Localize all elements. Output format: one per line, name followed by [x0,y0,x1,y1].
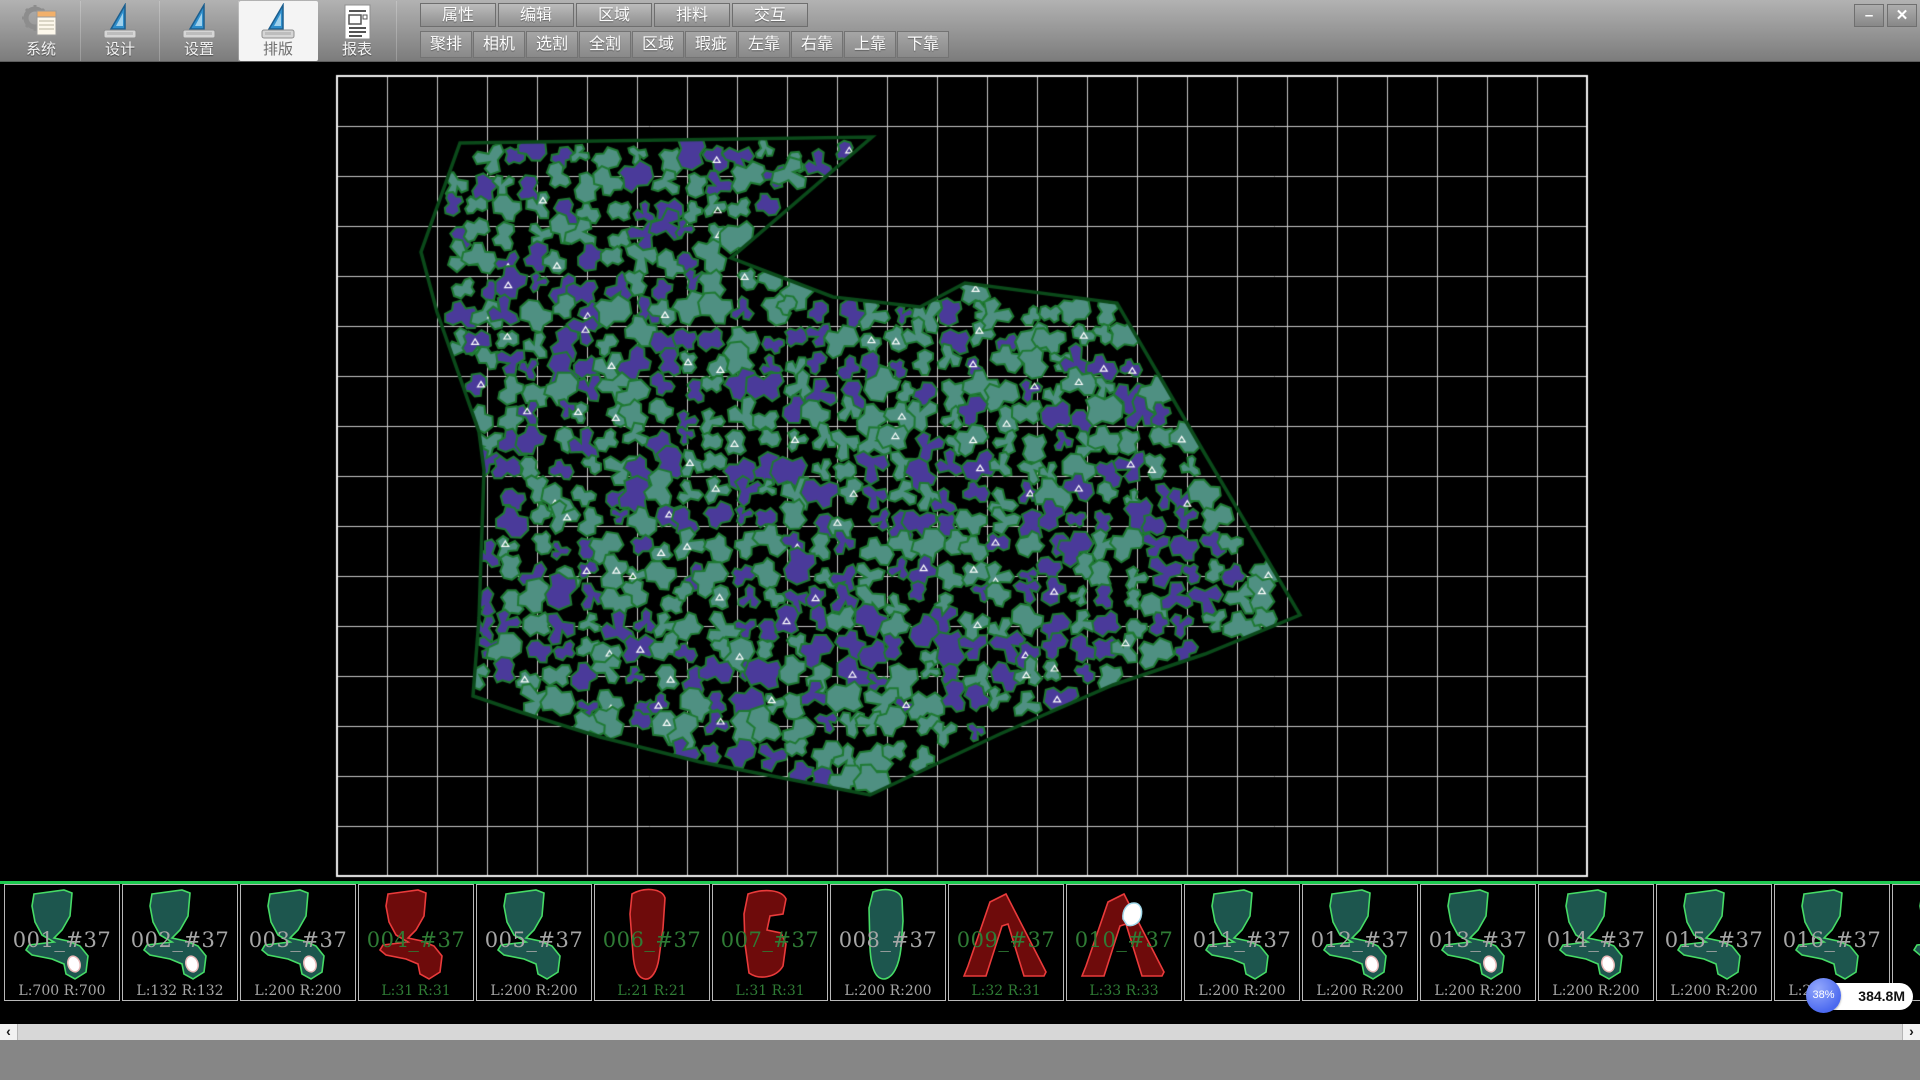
bottom-status-band [0,1040,1920,1080]
part-thumbnail-7[interactable]: 007_#37 L:31 R:31 [712,884,828,1001]
menu-tab-interact[interactable]: 交互 [732,3,808,27]
tool-button-snap-bottom[interactable]: 下靠 [897,31,949,58]
part-thumbnail-12[interactable]: 012_#37 L:200 R:200 [1302,884,1418,1001]
top-toolbar: 系统设计设置排版报表 属性编辑区域排料交互 聚排相机选割全割区域瑕疵左靠右靠上靠… [0,0,1920,62]
part-thumbnail-11[interactable]: 011_#37 L:200 R:200 [1184,884,1300,1001]
app-switcher: 系统 设计 设置 排版 报表 [2,1,397,61]
menu-tab-region[interactable]: 区域 [576,3,652,27]
part-lr-count: L:33 R:33 [1067,983,1181,999]
tool-button-select-cut[interactable]: 选割 [526,31,578,58]
part-id-label: 016_#37 [1775,928,1889,952]
part-id-label: 004_#37 [359,928,473,952]
ruler-laptop-icon [99,3,141,41]
tool-button-defect[interactable]: 瑕疵 [685,31,737,58]
ruler-laptop-icon [178,3,220,41]
part-thumbnail-strip: 001_#37L:700 R:700002_#37L:132 R:132003_… [0,881,1920,1003]
part-id-label: 013_#37 [1421,928,1535,952]
close-button[interactable]: ✕ [1887,4,1917,27]
part-thumbnail-5[interactable]: 005_#37 L:200 R:200 [476,884,592,1001]
tool-button-cut-all[interactable]: 全割 [579,31,631,58]
part-id-label: 010_#37 [1067,928,1181,952]
part-thumbnail-2[interactable]: 002_#37 L:132 R:132 [122,884,238,1001]
horizontal-scrollbar[interactable]: ‹ › [0,1024,1920,1040]
part-thumbnail-6[interactable]: 006_#37 L:21 R:21 [594,884,710,1001]
part-lr-count: L:200 R:200 [831,983,945,999]
scroll-left-arrow-icon[interactable]: ‹ [0,1024,18,1040]
app-button-report[interactable]: 报表 [318,1,397,61]
tool-button-snap-top[interactable]: 上靠 [844,31,896,58]
app-button-label: 设置 [184,41,214,59]
app-button-label: 系统 [26,41,56,59]
part-lr-count: L:132 R:132 [123,983,237,999]
scroll-right-arrow-icon[interactable]: › [1902,1024,1920,1040]
nesting-canvas[interactable] [0,62,1920,881]
part-id-label: 002_#37 [123,928,237,952]
window-controls: – ✕ [1854,4,1917,27]
part-lr-count: L:200 R:200 [241,983,355,999]
part-thumbnail-14[interactable]: 014_#37 L:200 R:200 [1538,884,1654,1001]
memory-status-badge: 38% 384.8M [1806,978,1914,1014]
minimize-button[interactable]: – [1854,4,1884,27]
part-id-label: 014_#37 [1539,928,1653,952]
part-lr-count: L:31 R:31 [713,983,827,999]
part-thumbnail-8[interactable]: 008_#37 L:200 R:200 [830,884,946,1001]
part-thumbnail-9[interactable]: 009_#37 L:32 R:31 [948,884,1064,1001]
menu-tab-nesting[interactable]: 排料 [654,3,730,27]
app-button-system[interactable]: 系统 [2,1,81,61]
tool-button-snap-left[interactable]: 左靠 [738,31,790,58]
tool-button-cluster-nest[interactable]: 聚排 [420,31,472,58]
app-button-label: 报表 [342,41,372,59]
scrollbar-thumb[interactable] [18,1024,1902,1040]
menu-tab-edit[interactable]: 编辑 [498,3,574,27]
part-id-label: 012_#37 [1303,928,1417,952]
part-lr-count: L:200 R:200 [1421,983,1535,999]
menu-tab-attribute[interactable]: 属性 [420,3,496,27]
part-thumbnail-10[interactable]: 010_#37 L:33 R:33 [1066,884,1182,1001]
memory-value: 384.8M [1858,988,1905,1004]
app-button-layout[interactable]: 排版 [239,1,318,61]
part-lr-count: L:200 R:200 [1539,983,1653,999]
bottom-gap [0,1003,1920,1024]
part-id-label: 015_#37 [1657,928,1771,952]
part-lr-count: L:200 R:200 [477,983,591,999]
part-id-label: 008_#37 [831,928,945,952]
part-lr-count: L:32 R:31 [949,983,1063,999]
part-id-label: 011_#37 [1185,928,1299,952]
nesting-workspace [0,62,1920,881]
part-thumbnail-4[interactable]: 004_#37 L:31 R:31 [358,884,474,1001]
tool-button-camera[interactable]: 相机 [473,31,525,58]
part-lr-count: L:200 R:200 [1303,983,1417,999]
progress-percent-badge: 38% [1806,978,1841,1013]
part-id-label: 0 [1893,928,1920,952]
report-icon [336,3,378,41]
gear-icon [20,3,62,41]
part-lr-count: L:700 R:700 [5,983,119,999]
ruler-laptop-icon [257,3,299,41]
app-button-label: 排版 [263,41,293,59]
part-lr-count: L:21 R:21 [595,983,709,999]
part-thumbnail-1[interactable]: 001_#37 L:700 R:700 [4,884,120,1001]
part-lr-count: L:200 R:200 [1185,983,1299,999]
app-button-setup[interactable]: 设置 [160,1,239,61]
part-id-label: 005_#37 [477,928,591,952]
menu-tab-row: 属性编辑区域排料交互 [420,3,808,27]
part-thumbnail-15[interactable]: 015_#37 L:200 R:200 [1656,884,1772,1001]
tool-button-snap-right[interactable]: 右靠 [791,31,843,58]
part-id-label: 001_#37 [5,928,119,952]
part-id-label: 006_#37 [595,928,709,952]
app-button-design[interactable]: 设计 [81,1,160,61]
part-thumbnail-13[interactable]: 013_#37 L:200 R:200 [1420,884,1536,1001]
part-id-label: 009_#37 [949,928,1063,952]
part-lr-count: L:200 R:200 [1657,983,1771,999]
part-thumbnail-3[interactable]: 003_#37 L:200 R:200 [240,884,356,1001]
tool-button-row: 聚排相机选割全割区域瑕疵左靠右靠上靠下靠 [420,31,949,58]
part-id-label: 003_#37 [241,928,355,952]
tool-button-zone[interactable]: 区域 [632,31,684,58]
app-button-label: 设计 [105,41,135,59]
part-id-label: 007_#37 [713,928,827,952]
part-lr-count: L:31 R:31 [359,983,473,999]
